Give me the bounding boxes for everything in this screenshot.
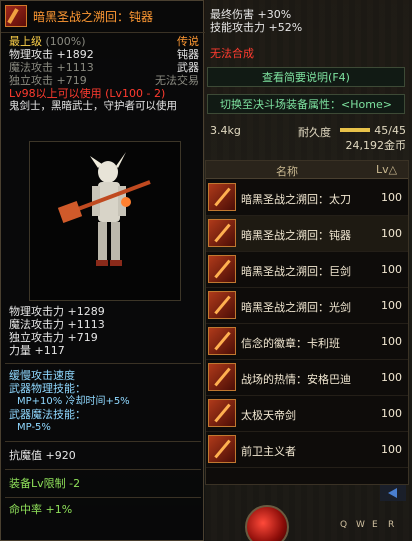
stat-line: 物理攻击力 +1289 bbox=[9, 305, 105, 318]
hp-orb bbox=[245, 505, 289, 541]
blunt-weapon-icon bbox=[5, 5, 27, 27]
equip-level-limit: 装备Lv限制 -2 bbox=[9, 477, 81, 490]
list-item[interactable]: 战场的热情：安格巴迪 100 bbox=[206, 360, 408, 396]
item-level: 100 bbox=[381, 227, 402, 240]
item-name: 暗黑圣战之溯回：巨剑 bbox=[241, 265, 351, 278]
list-item[interactable]: 暗黑圣战之溯回：太刀 100 bbox=[206, 180, 408, 216]
item-level: 100 bbox=[381, 263, 402, 276]
column-name[interactable]: 名称 bbox=[276, 163, 298, 179]
stat-label: 物理攻击 +1892 bbox=[9, 48, 94, 61]
attack-speed: 缓慢攻击速度 bbox=[9, 369, 75, 382]
hotkey-e[interactable]: E bbox=[372, 520, 378, 530]
hotkey-q[interactable]: Q bbox=[340, 520, 347, 530]
stat-right: 武器 bbox=[177, 61, 199, 74]
divider bbox=[5, 469, 201, 470]
badge-icon bbox=[208, 327, 236, 355]
stat-row: 魔法攻击 +1113 武器 bbox=[9, 61, 203, 74]
rarity-label: 传说 bbox=[177, 35, 199, 48]
blunt-weapon-icon bbox=[208, 219, 236, 247]
grade-pct: (100%) bbox=[45, 35, 86, 48]
item-name: 暗黑圣战之溯回：光剑 bbox=[241, 301, 351, 314]
hotkey-w[interactable]: W bbox=[356, 520, 365, 530]
item-level: 100 bbox=[381, 443, 402, 456]
weight: 3.4kg bbox=[210, 124, 241, 137]
durability-label: 耐久度 bbox=[298, 126, 331, 139]
divider bbox=[5, 441, 201, 442]
class-restriction: 鬼剑士，黑暗武士，守护者可以使用 bbox=[9, 100, 177, 112]
phys-skill-label: 武器物理技能： bbox=[9, 382, 86, 395]
grade-row: 最上级 (100%) 传说 bbox=[9, 35, 203, 48]
item-level: 100 bbox=[381, 335, 402, 348]
brief-desc-button[interactable]: 查看简要说明(F4) bbox=[207, 67, 405, 87]
durability-bar bbox=[340, 128, 370, 132]
list-item[interactable]: 暗黑圣战之溯回：巨剑 100 bbox=[206, 252, 408, 288]
katana-icon bbox=[208, 183, 236, 211]
character-preview bbox=[29, 141, 181, 301]
divider bbox=[5, 363, 201, 364]
stat-line: 力量 +117 bbox=[9, 344, 65, 357]
list-item[interactable]: 太极天帝剑 100 bbox=[206, 396, 408, 432]
stat-line: 独立攻击力 +719 bbox=[9, 331, 98, 344]
scroll-left-arrow-icon[interactable] bbox=[380, 485, 406, 501]
item-name: 暗黑圣战之溯回：太刀 bbox=[241, 193, 351, 206]
list-header: 名称 Lv△ bbox=[206, 161, 408, 179]
item-list: 名称 Lv△ 暗黑圣战之溯回：太刀 100 暗黑圣战之溯回：钝器 100 暗黑圣… bbox=[205, 160, 409, 485]
stat-line: 魔法攻击力 +1113 bbox=[9, 318, 105, 331]
stat-label: 魔法攻击 +1113 bbox=[9, 61, 94, 74]
stat-row: 物理攻击 +1892 钝器 bbox=[9, 48, 203, 61]
column-level[interactable]: Lv△ bbox=[376, 163, 397, 176]
item-name: 暗黑圣战之溯回：钝器 bbox=[241, 229, 351, 242]
phys-skill-value: MP+10% 冷却时间+5% bbox=[17, 396, 130, 407]
item-level: 100 bbox=[381, 191, 402, 204]
divider bbox=[5, 497, 201, 498]
item-tooltip: 暗黑圣战之溯回：钝器 最上级 (100%) 传说 物理攻击 +1892 钝器 魔… bbox=[0, 0, 205, 541]
list-item[interactable]: 信念的徽章：卡利班 100 bbox=[206, 324, 408, 360]
hotkey-r[interactable]: R bbox=[388, 520, 394, 530]
character-figure-icon bbox=[57, 152, 151, 266]
stat-right: 无法交易 bbox=[155, 74, 199, 87]
stat-row: 独立攻击 +719 无法交易 bbox=[9, 74, 203, 87]
item-level: 100 bbox=[381, 299, 402, 312]
item-name: 信念的徽章：卡利班 bbox=[241, 337, 340, 350]
durability-value: 45/45 bbox=[374, 124, 406, 137]
lightsaber-icon bbox=[208, 291, 236, 319]
level-requirement: Lv98以上可以使用 (Lv100 - 2) bbox=[9, 87, 166, 100]
tooltip-header: 暗黑圣战之溯回：钝器 bbox=[1, 1, 205, 33]
durability-fill bbox=[340, 128, 370, 132]
sword-icon bbox=[208, 363, 236, 391]
sword-icon bbox=[208, 435, 236, 463]
list-item[interactable]: 暗黑圣战之溯回：钝器 100 bbox=[206, 216, 408, 252]
anti-magic: 抗魔值 +920 bbox=[9, 449, 76, 462]
gold-amount: 24,192金币 bbox=[345, 139, 407, 152]
item-name: 太极天帝剑 bbox=[241, 409, 296, 422]
item-level: 100 bbox=[381, 407, 402, 420]
switch-attr-button[interactable]: 切换至决斗场装备属性：<Home> bbox=[207, 94, 405, 114]
list-item[interactable]: 前卫主义者 100 bbox=[206, 432, 408, 468]
stat-right: 钝器 bbox=[177, 48, 199, 61]
item-level: 100 bbox=[381, 371, 402, 384]
list-item[interactable]: 暗黑圣战之溯回：光剑 100 bbox=[206, 288, 408, 324]
item-name: 战场的热情：安格巴迪 bbox=[241, 373, 351, 386]
sword-icon bbox=[208, 399, 236, 427]
skill-attack: 技能攻击力 +52% bbox=[210, 21, 303, 34]
cannot-synthesize: 无法合成 bbox=[210, 47, 254, 60]
grade-label: 最上级 bbox=[9, 35, 42, 48]
hit-rate: 命中率 +1% bbox=[9, 503, 73, 516]
greatsword-icon bbox=[208, 255, 236, 283]
item-name: 前卫主义者 bbox=[241, 445, 296, 458]
item-name: 暗黑圣战之溯回：钝器 bbox=[33, 10, 154, 24]
mag-skill-value: MP-5% bbox=[17, 422, 51, 433]
stat-label: 独立攻击 +719 bbox=[9, 74, 87, 87]
mag-skill-label: 武器魔法技能： bbox=[9, 408, 86, 421]
